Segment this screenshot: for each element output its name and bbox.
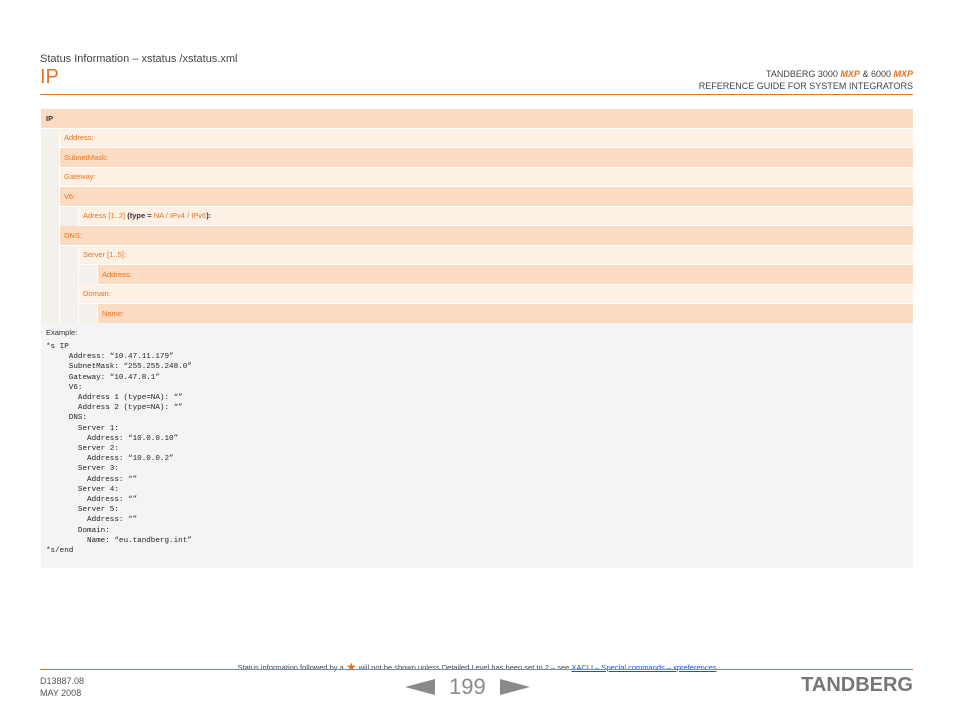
doc-number: D13887.08 (40, 676, 85, 686)
table-row: Domain: (41, 284, 913, 304)
indent-cell (41, 148, 60, 168)
star-icon: ★ (345, 660, 357, 674)
indent-cell (41, 245, 60, 265)
section-label: Status Information – xstatus /xstatus.xm… (40, 53, 238, 65)
indent-cell (41, 265, 60, 285)
table-row: Server [1..5]: (41, 245, 913, 265)
example-code: *s IP Address: “10.47.11.179” SubnetMask… (46, 343, 192, 556)
product-prefix: TANDBERG 3000 (766, 69, 838, 79)
footer-note-pre: Status information followed by a (237, 663, 344, 672)
indent-cell (41, 284, 60, 304)
footer-note-mid: will not be shown unless Detailed Level … (358, 663, 570, 672)
page-number: 199 (449, 674, 486, 699)
type-values: NA / IPv4 / IPv6 (153, 211, 207, 221)
indent-cell (41, 226, 60, 246)
row-label: Address: (64, 133, 94, 143)
indent-cell (41, 304, 60, 324)
product-mid: & 6000 (862, 69, 891, 79)
type-close: ): (206, 211, 212, 221)
indent-cell (60, 265, 79, 285)
indent-cell (60, 304, 79, 324)
example-label: Example: (46, 328, 78, 337)
indent-cell (79, 265, 98, 285)
xpreferences-link[interactable]: XACLI – Special commands – xpreferences (571, 663, 716, 672)
table-row: V6: (41, 187, 913, 207)
row-cell: Name: (98, 304, 913, 324)
row-cell: Server [1..5]: (79, 245, 913, 265)
product-mxp-2: MXP (893, 69, 913, 79)
tandberg-logo: TANDBERG (801, 674, 913, 696)
indent-cell (60, 284, 79, 304)
row-cell: Address: (98, 265, 913, 285)
row-label: Gateway: (64, 172, 96, 182)
table-row: SubnetMask: (41, 148, 913, 168)
doc-date: MAY 2008 (40, 688, 82, 698)
header-rule (40, 94, 913, 95)
row-label: Server [1..5]: (83, 250, 126, 260)
page-title: IP (40, 66, 59, 88)
row-cell: V6: (60, 187, 913, 207)
indent-cell (79, 304, 98, 324)
row-cell: Gateway: (60, 167, 913, 187)
row-cell: Adress [1..2] (type = NA / IPv4 / IPv6): (79, 206, 913, 226)
table-row: Adress [1..2] (type = NA / IPv4 / IPv6): (41, 206, 913, 226)
prev-arrow-icon[interactable] (405, 679, 435, 695)
doc-info: D13887.08 MAY 2008 (40, 675, 84, 699)
row-label: Address: (102, 269, 132, 279)
guide-name: REFERENCE GUIDE FOR SYSTEM INTEGRATORS (698, 81, 913, 91)
next-arrow-icon[interactable] (499, 679, 530, 695)
page-nav: 199 (405, 674, 530, 700)
row-label: V6: (64, 191, 76, 201)
indent-cell (41, 128, 60, 148)
status-table: IP Address: SubnetMask: Gateway: V6: Adr… (41, 109, 913, 324)
table-row: Address: (41, 265, 913, 285)
row-label: SubnetMask: (64, 152, 108, 162)
indent-cell (41, 187, 60, 207)
row-label: DNS: (64, 230, 82, 240)
row-label: Domain: (83, 289, 111, 299)
type-label: (type = (127, 211, 152, 221)
row-cell: IP (41, 109, 913, 129)
footer-note: Status information followed by a ★ will … (0, 660, 954, 674)
indent-cell (60, 245, 79, 265)
row-cell: Domain: (79, 284, 913, 304)
indent-cell (60, 206, 79, 226)
example-block: Example: *s IP Address: “10.47.11.179” S… (41, 323, 913, 568)
row-label: IP (46, 113, 54, 123)
table-row: Address: (41, 128, 913, 148)
footer-rule (40, 669, 913, 670)
row-cell: Address: (60, 128, 913, 148)
row-label: Name: (102, 308, 125, 318)
row-label: Adress [1..2] (type = NA / IPv4 / IPv6): (79, 211, 211, 220)
table-row: DNS: (41, 226, 913, 246)
indent-cell (41, 167, 60, 187)
row-cell: DNS: (60, 226, 913, 246)
table-row: IP (41, 109, 913, 129)
product-info: TANDBERG 3000 MXP & 6000 MXP REFERENCE G… (699, 68, 913, 92)
product-mxp-1: MXP (840, 69, 860, 79)
product-name: TANDBERG 3000 MXP & 6000 MXP (699, 68, 913, 80)
row-cell: SubnetMask: (60, 148, 913, 168)
adress-label: Adress [1..2] (83, 211, 126, 221)
table-row: Gateway: (41, 167, 913, 187)
indent-cell (41, 206, 60, 226)
table-row: Name: (41, 304, 913, 324)
